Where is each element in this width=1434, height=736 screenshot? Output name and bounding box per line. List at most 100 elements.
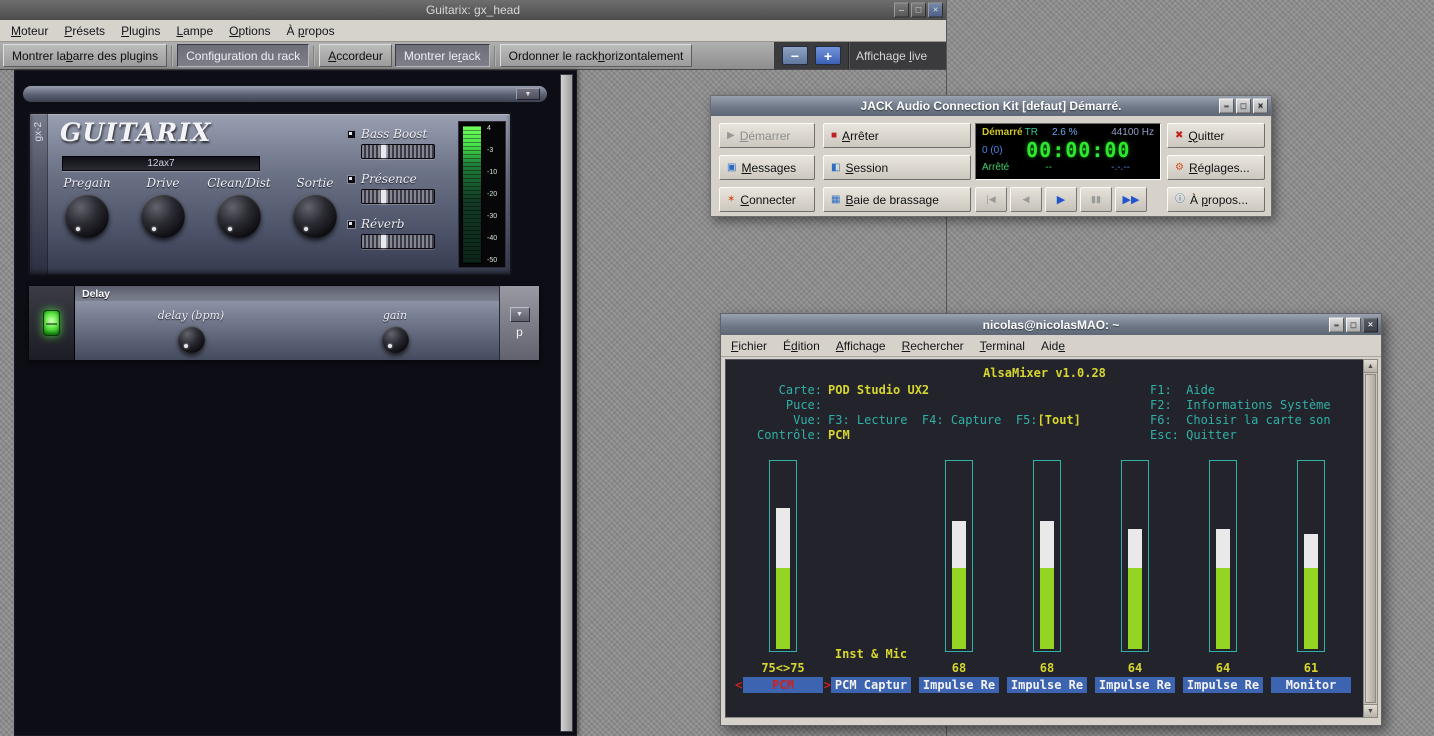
volume-bar[interactable] xyxy=(1033,460,1061,652)
session-button-label: Session xyxy=(845,161,888,175)
settings-button[interactable]: ⚙ Réglages... xyxy=(1167,155,1265,180)
delay-power-switch[interactable] xyxy=(43,310,60,336)
menu-options[interactable]: Options xyxy=(221,21,278,41)
menu-lampe[interactable]: Lampe xyxy=(168,21,221,41)
knob-delay-bpm[interactable] xyxy=(178,326,205,353)
channel-name[interactable]: Impulse Re xyxy=(1007,677,1087,693)
terminal-menu-fichier[interactable]: Fichier xyxy=(723,336,775,356)
mixer-channel: Inst & MicPCM Captur xyxy=(828,360,914,696)
show-plugin-bar-button[interactable]: Montrer la barre des plugins xyxy=(3,44,167,67)
delay-collapse-icon[interactable]: ▼ xyxy=(510,307,530,322)
knob-label-drive: Drive xyxy=(146,176,179,190)
volume-bar[interactable] xyxy=(1297,460,1325,652)
transport-backward-icon[interactable]: ◀ xyxy=(1010,187,1042,212)
knob-gain[interactable] xyxy=(382,326,409,353)
scroll-down-icon[interactable]: ▼ xyxy=(1364,704,1377,717)
amp-head-topbar[interactable]: ▼ xyxy=(22,85,548,103)
terminal-menu-rechercher[interactable]: Rechercher xyxy=(894,336,972,356)
transport-play-icon[interactable]: ▶ xyxy=(1045,187,1077,212)
switch-label-bass-boost: Bass Boost xyxy=(361,127,427,141)
jack-window: JACK Audio Connection Kit [defaut] Démar… xyxy=(710,95,1272,217)
about-button[interactable]: ⓘ À propos... xyxy=(1167,187,1265,212)
volume-bar[interactable] xyxy=(1121,460,1149,652)
rack-add-button[interactable]: + xyxy=(815,46,841,65)
transport-pause-icon[interactable]: ▮▮ xyxy=(1080,187,1112,212)
minimize-icon[interactable]: – xyxy=(1329,317,1344,332)
patchbay-button[interactable]: ▦ Baie de brassage xyxy=(823,187,971,212)
slider-presence[interactable] xyxy=(361,189,435,204)
guitarix-titlebar[interactable]: Guitarix: gx_head – □ × xyxy=(0,0,946,20)
delay-preset-label[interactable]: p xyxy=(516,325,523,339)
knob-clean-dist[interactable] xyxy=(217,194,261,238)
quit-button-label: Quitter xyxy=(1188,129,1224,143)
terminal-menu-aide[interactable]: Aide xyxy=(1033,336,1073,356)
jack-display-row-top: Démarré TR 2.6 % 44100 Hz xyxy=(982,128,1154,138)
terminal-menu-edition[interactable]: Édition xyxy=(775,336,828,356)
switch-label-presence: Présence xyxy=(361,172,417,186)
start-button[interactable]: ▶ Démarrer xyxy=(719,123,815,148)
slider-reverb[interactable] xyxy=(361,234,435,249)
vu-meter: 4-3-10-20-30-40-50 xyxy=(458,121,506,268)
jack-titlebar[interactable]: JACK Audio Connection Kit [defaut] Démar… xyxy=(711,96,1271,116)
transport-rewind-icon[interactable]: |◀ xyxy=(975,187,1007,212)
messages-button[interactable]: ▣ Messages xyxy=(719,155,815,180)
channel-name[interactable]: Monitor xyxy=(1271,677,1351,693)
knob-sortie[interactable] xyxy=(293,194,337,238)
menu-presets[interactable]: Présets xyxy=(56,21,113,41)
rack-scrollbar[interactable] xyxy=(560,74,573,732)
channel-name[interactable]: Impulse Re xyxy=(919,677,999,693)
knob-pregain[interactable] xyxy=(65,194,109,238)
minimize-icon[interactable]: – xyxy=(1219,99,1234,114)
channel-name[interactable]: Impulse Re xyxy=(1183,677,1263,693)
terminal-scrollbar[interactable]: ▲ ▼ xyxy=(1363,359,1378,718)
terminal-menu-affichage[interactable]: Affichage xyxy=(828,336,894,356)
switch-reverb[interactable] xyxy=(347,220,356,229)
minimize-icon[interactable]: – xyxy=(894,3,909,18)
scrollbar-thumb[interactable] xyxy=(1365,374,1376,703)
live-display-label[interactable]: Affichage live xyxy=(856,49,927,63)
close-icon[interactable]: × xyxy=(1363,317,1378,332)
terminal-titlebar[interactable]: nicolas@nicolasMAO: ~ – □ × xyxy=(721,314,1381,335)
amp-collapse-icon[interactable]: ▼ xyxy=(516,88,540,100)
transport-forward-icon[interactable]: ▶▶ xyxy=(1115,187,1147,212)
close-icon[interactable]: × xyxy=(928,3,943,18)
rack-config-button[interactable]: Configuration du rack xyxy=(177,44,309,67)
volume-bar[interactable] xyxy=(945,460,973,652)
selected-marker-left: < xyxy=(735,677,742,693)
volume-bar[interactable] xyxy=(1209,460,1237,652)
slider-bass-boost[interactable] xyxy=(361,144,435,159)
order-rack-button[interactable]: Ordonner le rack horizontalement xyxy=(500,44,693,67)
menu-moteur[interactable]: Moteur xyxy=(3,21,56,41)
menu-plugins[interactable]: Plugins xyxy=(113,21,168,41)
volume-bar[interactable] xyxy=(769,460,797,652)
toolbar-separator xyxy=(494,46,496,66)
vu-tick-label: -30 xyxy=(487,213,504,220)
close-icon[interactable]: × xyxy=(1253,99,1268,114)
tuner-button[interactable]: Accordeur xyxy=(319,44,392,67)
terminal-menu-terminal[interactable]: Terminal xyxy=(972,336,1033,356)
vu-tick-label: -3 xyxy=(487,147,504,154)
channel-name[interactable]: PCM Captur xyxy=(831,677,911,693)
channel-name[interactable]: PCM xyxy=(743,677,823,693)
show-rack-button[interactable]: Montrer le rack xyxy=(395,44,490,67)
alsamixer-screen[interactable]: AlsaMixer v1.0.28 Carte:POD Studio UX2Pu… xyxy=(725,359,1364,718)
session-button[interactable]: ◧ Session xyxy=(823,155,971,180)
guitarix-toolbar: Montrer la barre des plugins Configurati… xyxy=(0,42,946,70)
scroll-up-icon[interactable]: ▲ xyxy=(1364,360,1377,373)
switch-presence[interactable] xyxy=(347,175,356,184)
desktop: Guitarix: gx_head – □ × MoteurPrésetsPlu… xyxy=(0,0,1434,736)
maximize-icon[interactable]: □ xyxy=(1346,317,1361,332)
volume-fill xyxy=(1216,529,1230,649)
connect-button[interactable]: ✶ Connecter xyxy=(719,187,815,212)
maximize-icon[interactable]: □ xyxy=(1236,99,1251,114)
patchbay-icon: ▦ xyxy=(831,195,840,205)
switch-bass-boost[interactable] xyxy=(347,130,356,139)
channel-name[interactable]: Impulse Re xyxy=(1095,677,1175,693)
tube-selector[interactable]: 12ax7 xyxy=(62,156,260,171)
quit-button[interactable]: ✖ Quitter xyxy=(1167,123,1265,148)
knob-drive[interactable] xyxy=(141,194,185,238)
rack-minimize-button[interactable]: − xyxy=(782,46,808,65)
maximize-icon[interactable]: □ xyxy=(911,3,926,18)
menu-a-propos[interactable]: À propos xyxy=(279,21,343,41)
stop-button[interactable]: ■ Arrêter xyxy=(823,123,971,148)
